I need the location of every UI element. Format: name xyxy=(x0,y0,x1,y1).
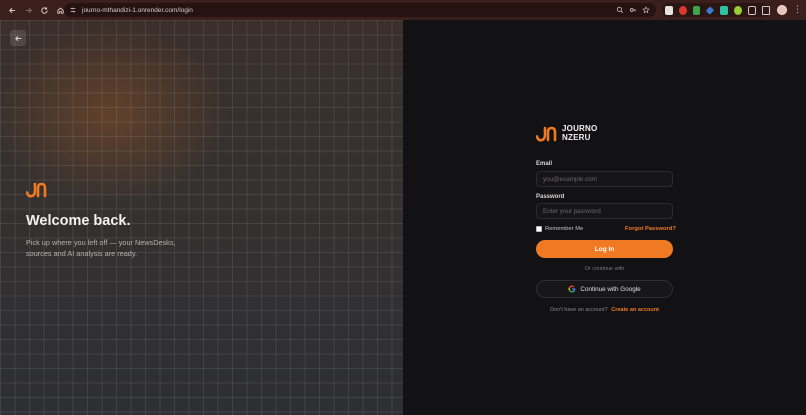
google-signin-button[interactable]: Continue with Google xyxy=(536,280,673,298)
password-field[interactable]: Enter your password xyxy=(536,203,673,219)
extension-icon[interactable] xyxy=(678,5,687,15)
left-hero-panel: Welcome back. Pick up where you left off… xyxy=(0,20,403,415)
bookmark-star-icon[interactable] xyxy=(641,5,650,14)
extension-icon[interactable] xyxy=(692,5,701,15)
extensions-tray xyxy=(662,3,771,17)
url-text: journo-mthandizi-1.onrender.com/login xyxy=(82,6,193,14)
site-info-icon[interactable] xyxy=(68,5,78,15)
back-arrow-icon xyxy=(14,35,21,41)
browser-menu-icon[interactable]: ⋮ xyxy=(793,4,802,14)
remember-label: Remember Me xyxy=(545,226,584,232)
forgot-password-link[interactable]: Forgot Password? xyxy=(625,226,676,232)
login-button[interactable]: Log In xyxy=(536,240,673,258)
sidebar-icon[interactable] xyxy=(761,5,771,15)
reload-icon[interactable] xyxy=(37,3,51,17)
browser-toolbar: journo-mthandizi-1.onrender.com/login ⋮ xyxy=(0,0,806,20)
extension-icon[interactable] xyxy=(720,5,729,15)
welcome-tagline: Pick up where you left off — your NewsDe… xyxy=(26,238,176,258)
remember-me[interactable]: Remember Me xyxy=(536,226,583,232)
forward-arrow-icon[interactable] xyxy=(21,3,35,17)
signup-row: Don't have an account? Create an account xyxy=(536,307,673,313)
email-field[interactable]: you@example.com xyxy=(536,171,673,187)
password-label: Password xyxy=(536,194,565,200)
brand-line-2: NZERU xyxy=(562,132,591,142)
signup-prompt: Don't have an account? xyxy=(550,307,608,313)
google-icon xyxy=(568,285,576,293)
password-key-icon[interactable] xyxy=(628,5,637,14)
back-button[interactable] xyxy=(10,30,26,46)
brand-logo-icon xyxy=(536,126,557,141)
back-arrow-icon[interactable] xyxy=(5,3,19,17)
extension-icon[interactable] xyxy=(706,5,715,15)
brand-name: JOURNO NZERU xyxy=(562,124,597,142)
remember-checkbox[interactable] xyxy=(536,226,542,232)
login-panel: JOURNO NZERU Email you@example.com Passw… xyxy=(403,20,806,415)
extension-icon[interactable] xyxy=(665,5,673,15)
brand-logo-icon xyxy=(26,182,47,198)
puzzle-icon[interactable] xyxy=(747,5,756,15)
create-account-link[interactable]: Create an account xyxy=(611,307,659,313)
email-label: Email xyxy=(536,161,553,167)
google-button-label: Continue with Google xyxy=(580,285,641,293)
welcome-heading: Welcome back. xyxy=(26,213,131,229)
divider-text: Or continue with xyxy=(584,266,625,272)
brand-header: JOURNO NZERU xyxy=(536,124,597,142)
extension-icon[interactable] xyxy=(734,5,742,15)
profile-avatar[interactable] xyxy=(777,5,787,15)
zoom-icon[interactable] xyxy=(615,5,624,14)
address-bar[interactable]: journo-mthandizi-1.onrender.com/login xyxy=(64,3,656,17)
